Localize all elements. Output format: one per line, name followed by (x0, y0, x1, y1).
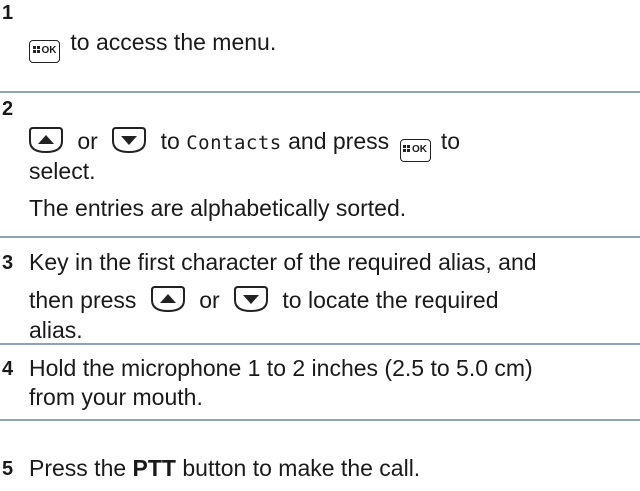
step-text: alias. (29, 317, 83, 343)
step-text: to access the menu. (70, 29, 277, 55)
up-arrow-key-icon (27, 127, 65, 154)
divider (0, 91, 640, 93)
menu-item-name: Contacts (186, 132, 282, 154)
step-number: 2 (2, 98, 14, 120)
divider (0, 419, 640, 421)
step-text: select. (29, 158, 96, 184)
step-number: 5 (2, 458, 14, 480)
step-text: Hold the microphone 1 to 2 inches (2.5 t… (29, 355, 533, 381)
up-arrow-key-icon (149, 286, 187, 313)
divider (0, 343, 640, 345)
step-number: 3 (2, 252, 14, 274)
ptt-button-label: PTT (132, 455, 176, 481)
divider (0, 236, 640, 238)
down-arrow-key-icon (110, 127, 148, 154)
step-number: 4 (2, 358, 14, 380)
step-number: 1 (2, 2, 14, 24)
menu-ok-key-icon: OK (399, 139, 431, 162)
menu-ok-key-icon: OK (29, 40, 60, 63)
step-note: The entries are alphabetically sorted. (29, 195, 407, 221)
step-text: from your mouth. (29, 384, 203, 410)
down-arrow-key-icon (232, 286, 270, 313)
step-text: Key in the first character of the requir… (29, 249, 537, 275)
